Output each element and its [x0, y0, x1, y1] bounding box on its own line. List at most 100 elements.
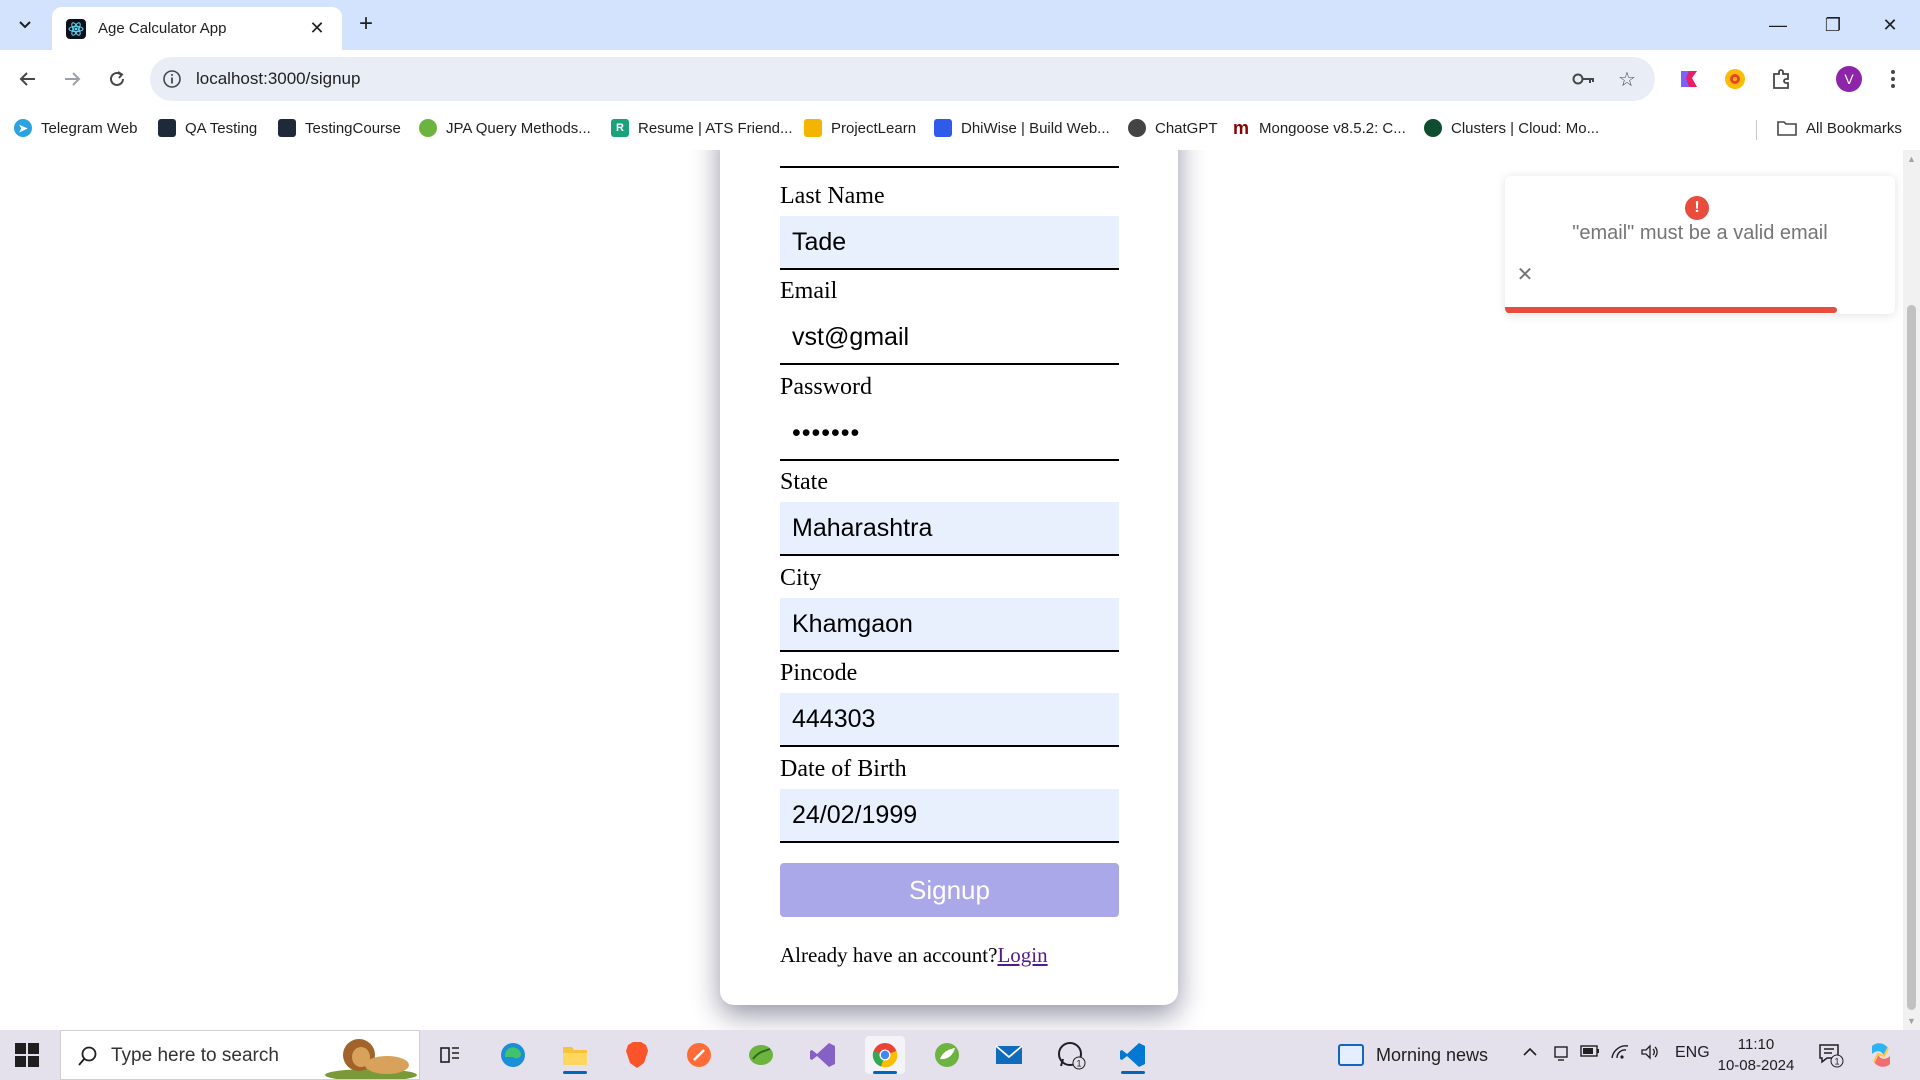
extension-flag-icon[interactable]: [1676, 66, 1702, 92]
tab-title: Age Calculator App: [98, 20, 227, 37]
bookmark-chatgpt[interactable]: ChatGPT: [1128, 116, 1218, 140]
page-scrollbar[interactable]: ▲ ▼: [1903, 150, 1920, 1030]
postman-icon[interactable]: [679, 1036, 719, 1074]
show-hidden-icons-chevron-icon[interactable]: [1522, 1044, 1538, 1065]
battery-icon[interactable]: [1580, 1044, 1600, 1063]
date-of-birth-label: Date of Birth: [780, 756, 907, 782]
date-of-birth-input[interactable]: [780, 789, 1119, 843]
bookmark-qa-testing[interactable]: QA Testing: [158, 116, 257, 140]
password-field: Password: [780, 373, 1119, 461]
telegram-icon: ➤: [14, 119, 32, 137]
bookmark-testing-course[interactable]: TestingCourse: [278, 116, 401, 140]
bookmark-dhiwise[interactable]: DhiWise | Build Web...: [934, 116, 1110, 140]
chrome-icon[interactable]: [865, 1036, 905, 1074]
whatsapp-icon[interactable]: 1: [1051, 1036, 1091, 1074]
password-label: Password: [780, 374, 873, 400]
mail-icon[interactable]: [989, 1036, 1029, 1074]
mongodb-leaf-icon: [1424, 119, 1442, 137]
bookmark-jpa[interactable]: JPA Query Methods...: [419, 116, 591, 140]
language-indicator[interactable]: ENG: [1675, 1044, 1710, 1062]
system-clock[interactable]: 11:10 10-08-2024: [1716, 1034, 1796, 1076]
bookmark-telegram[interactable]: ➤ Telegram Web: [14, 116, 137, 140]
signup-button[interactable]: Signup: [780, 863, 1119, 917]
notification-center-icon[interactable]: 1: [1818, 1042, 1844, 1073]
extensions-puzzle-icon[interactable]: [1768, 66, 1794, 92]
spring-boot-icon[interactable]: [927, 1036, 967, 1074]
testing-course-icon: [278, 119, 296, 137]
scrollbar-thumb[interactable]: [1907, 305, 1916, 1010]
edge-icon[interactable]: [493, 1036, 533, 1074]
scroll-up-icon[interactable]: ▲: [1907, 154, 1916, 164]
react-icon: [66, 18, 86, 39]
search-placeholder: Type here to search: [111, 1045, 279, 1066]
last-name-field: Last Name: [780, 182, 1119, 270]
bookmark-projectlearn[interactable]: ProjectLearn: [804, 116, 916, 140]
tab-close-icon[interactable]: ✕: [306, 18, 328, 39]
mongoose-icon: m: [1232, 117, 1249, 138]
bookmark-mongoose[interactable]: m Mongoose v8.5.2: C...: [1232, 116, 1406, 140]
reload-icon[interactable]: [101, 63, 133, 95]
restore-icon[interactable]: ❐: [1813, 12, 1853, 38]
browser-tab-active[interactable]: Age Calculator App ✕: [52, 7, 342, 50]
address-bar[interactable]: localhost:3000/signup ☆: [150, 57, 1655, 101]
extension-colorful-icon[interactable]: [1722, 66, 1748, 92]
last-name-label: Last Name: [780, 183, 885, 209]
state-field: State: [780, 468, 1119, 556]
login-prompt-text: Already have an account?: [780, 943, 998, 967]
email-field: Email: [780, 277, 1119, 365]
new-tab-button[interactable]: +: [352, 11, 380, 39]
city-label: City: [780, 565, 822, 591]
city-input[interactable]: [780, 598, 1119, 652]
notification-badge: 1: [1834, 1057, 1839, 1067]
browser-tab-bar: Age Calculator App ✕ + — ❐ ✕: [0, 0, 1920, 50]
password-input[interactable]: [780, 407, 1119, 461]
login-prompt: Already have an account?Login: [780, 943, 1048, 968]
dhiwise-icon: [934, 119, 952, 137]
all-bookmarks-button[interactable]: All Bookmarks: [1777, 116, 1902, 140]
windows-start-icon[interactable]: [14, 1042, 40, 1068]
windows-taskbar: Type here to search 1 Morning news ENG 1…: [0, 1030, 1920, 1080]
profile-avatar[interactable]: V: [1836, 66, 1862, 92]
menu-kebab-icon[interactable]: [1880, 66, 1906, 92]
scroll-down-icon[interactable]: ▼: [1907, 1016, 1916, 1026]
toast-message: "email" must be a valid email: [1572, 222, 1828, 244]
bookmark-star-icon[interactable]: ☆: [1615, 67, 1639, 91]
first-name-field-underline: [780, 166, 1119, 168]
device-icon[interactable]: [1552, 1044, 1570, 1067]
signup-form-card: Last Name Email Password State City Pinc…: [720, 150, 1178, 1005]
pincode-label: Pincode: [780, 660, 858, 686]
visual-studio-icon[interactable]: [803, 1036, 843, 1074]
spring-tools-icon[interactable]: [741, 1036, 781, 1074]
taskbar-search[interactable]: Type here to search: [60, 1030, 420, 1080]
city-field: City: [780, 564, 1119, 652]
toast-close-icon[interactable]: ✕: [1513, 262, 1537, 287]
vscode-icon[interactable]: [1113, 1036, 1153, 1074]
bookmark-resume[interactable]: R Resume | ATS Friend...: [611, 116, 793, 140]
task-view-icon[interactable]: [430, 1036, 470, 1074]
window-close-icon[interactable]: ✕: [1870, 12, 1910, 38]
login-link[interactable]: Login: [997, 943, 1047, 967]
minimize-icon[interactable]: —: [1758, 12, 1798, 38]
volume-icon[interactable]: [1640, 1044, 1660, 1065]
email-input[interactable]: [780, 311, 1119, 365]
pincode-field: Pincode: [780, 659, 1119, 747]
url-text[interactable]: localhost:3000/signup: [196, 69, 360, 89]
pincode-input[interactable]: [780, 693, 1119, 747]
forward-icon[interactable]: [56, 63, 88, 95]
search-highlight-lion-icon: [325, 1039, 417, 1079]
password-key-icon[interactable]: [1572, 67, 1596, 91]
tab-search-button[interactable]: [10, 10, 40, 40]
last-name-input[interactable]: [780, 216, 1119, 270]
bookmark-clusters[interactable]: Clusters | Cloud: Mo...: [1424, 116, 1599, 140]
brave-icon[interactable]: [617, 1036, 657, 1074]
wifi-icon[interactable]: [1610, 1044, 1630, 1065]
qa-testing-icon: [158, 119, 176, 137]
back-icon[interactable]: [12, 63, 44, 95]
vscode-running-indicator: [1121, 1071, 1145, 1074]
state-input[interactable]: [780, 502, 1119, 556]
news-widget[interactable]: Morning news: [1338, 1042, 1488, 1068]
file-explorer-icon[interactable]: [555, 1036, 595, 1074]
bookmarks-bar: ➤ Telegram Web QA Testing TestingCourse J…: [0, 108, 1920, 150]
copilot-icon[interactable]: [1866, 1040, 1896, 1075]
site-info-icon[interactable]: [162, 69, 182, 89]
